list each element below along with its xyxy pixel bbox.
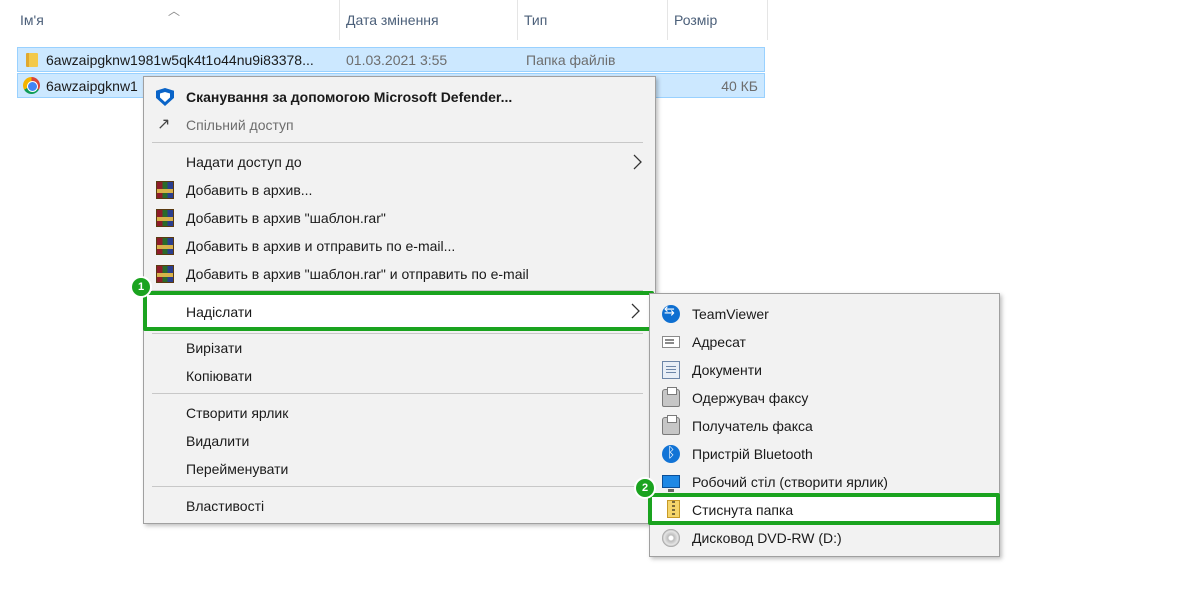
teamviewer-icon: [662, 304, 680, 323]
menu-item-label: Пристрій Bluetooth: [692, 446, 813, 462]
menu-item-label: Добавить в архив "шаблон.rar": [186, 210, 386, 226]
bluetooth-icon: [662, 445, 680, 463]
column-header-type[interactable]: Тип: [518, 0, 668, 40]
menu-item-label: Перейменувати: [186, 461, 289, 477]
defender-shield-icon: [156, 88, 174, 106]
menu-item-label: TeamViewer: [692, 306, 769, 322]
winrar-icon: [156, 237, 174, 255]
fax-icon: [662, 387, 680, 407]
menu-item-create-shortcut[interactable]: Створити ярлик: [144, 399, 655, 427]
documents-icon: [662, 361, 680, 379]
menu-item-label: Спільний доступ: [186, 117, 294, 133]
menu-item-label: Надіслати: [186, 304, 253, 320]
menu-item-add-template-rar-email[interactable]: Добавить в архив "шаблон.rar" и отправит…: [144, 260, 655, 288]
menu-item-add-to-template-rar[interactable]: Добавить в архив "шаблон.rar": [144, 204, 655, 232]
file-name: 6awzaipgknw1981w5qk4t1o44nu9i83378...: [46, 52, 314, 68]
folder-icon: [26, 53, 38, 67]
winrar-icon: [156, 181, 174, 199]
menu-item-share[interactable]: Спільний доступ: [144, 111, 655, 139]
menu-item-label: Надати доступ до: [186, 154, 302, 170]
file-size: 40 КБ: [721, 78, 758, 94]
menu-separator: [152, 142, 643, 143]
menu-item-label: Стиснута папка: [692, 502, 794, 518]
fax-icon: [662, 415, 680, 435]
menu-item-label: Вирізати: [186, 340, 243, 356]
column-header-size[interactable]: Розмір: [668, 0, 768, 40]
menu-item-defender-scan[interactable]: Сканування за допомогою Microsoft Defend…: [144, 83, 655, 111]
menu-item-label: Сканування за допомогою Microsoft Defend…: [186, 89, 513, 105]
column-date-label: Дата змінення: [346, 12, 439, 28]
step-badge-1: 1: [130, 276, 152, 298]
send-to-desktop[interactable]: Робочий стіл (створити ярлик): [650, 468, 999, 496]
column-header-date[interactable]: Дата змінення: [340, 0, 518, 40]
menu-separator: [152, 486, 643, 487]
menu-item-send-to[interactable]: Надіслати: [143, 291, 654, 331]
menu-item-label: Добавить в архив...: [186, 182, 313, 198]
menu-separator: [152, 393, 643, 394]
chevron-right-icon: [631, 303, 640, 319]
send-to-fax-recipient-ru[interactable]: Получатель факса: [650, 412, 999, 440]
menu-item-label: Получатель факса: [692, 418, 813, 434]
menu-item-label: Добавить в архив "шаблон.rar" и отправит…: [186, 266, 529, 282]
menu-item-label: Одержувач факсу: [692, 390, 809, 406]
column-name-label: Ім'я: [20, 12, 44, 28]
zip-folder-icon: [667, 500, 680, 518]
chrome-icon: [23, 77, 40, 94]
file-name: 6awzaipgknw1: [46, 78, 138, 94]
column-type-label: Тип: [524, 12, 548, 28]
chevron-right-icon: [633, 154, 642, 170]
menu-item-properties[interactable]: Властивості: [144, 492, 655, 520]
menu-item-label: Дисковод DVD-RW (D:): [692, 530, 842, 546]
menu-item-label: Створити ярлик: [186, 405, 289, 421]
winrar-icon: [156, 209, 174, 227]
file-row-folder[interactable]: 6awzaipgknw1981w5qk4t1o44nu9i83378... 01…: [17, 47, 765, 72]
send-to-documents[interactable]: Документи: [650, 356, 999, 384]
send-to-mail-recipient[interactable]: Адресат: [650, 328, 999, 356]
menu-item-label: Адресат: [692, 334, 746, 350]
menu-item-add-archive-email[interactable]: Добавить в архив и отправить по e-mail..…: [144, 232, 655, 260]
file-date: 01.03.2021 3:55: [346, 52, 448, 68]
menu-item-label: Видалити: [186, 433, 250, 449]
column-size-label: Розмір: [674, 12, 718, 28]
share-icon: [156, 114, 174, 134]
send-to-dvd-drive[interactable]: Дисковод DVD-RW (D:): [650, 524, 999, 552]
winrar-icon: [156, 265, 174, 283]
send-to-fax-recipient[interactable]: Одержувач факсу: [650, 384, 999, 412]
menu-item-label: Копіювати: [186, 368, 253, 384]
sort-ascending-icon: ︿: [168, 4, 181, 18]
menu-item-label: Робочий стіл (створити ярлик): [692, 474, 888, 490]
send-to-compressed-folder[interactable]: Стиснута папка: [648, 493, 1000, 525]
dvd-drive-icon: [662, 529, 680, 547]
desktop-icon: [662, 475, 680, 492]
menu-item-add-to-archive[interactable]: Добавить в архив...: [144, 176, 655, 204]
menu-item-delete[interactable]: Видалити: [144, 427, 655, 455]
menu-item-label: Добавить в архив и отправить по e-mail..…: [186, 238, 456, 254]
step-badge-2: 2: [634, 477, 656, 499]
send-to-teamviewer[interactable]: TeamViewer: [650, 300, 999, 328]
menu-item-cut[interactable]: Вирізати: [144, 334, 655, 362]
mail-recipient-icon: [662, 336, 680, 348]
menu-item-rename[interactable]: Перейменувати: [144, 455, 655, 483]
file-type: Папка файлів: [526, 52, 616, 68]
send-to-bluetooth[interactable]: Пристрій Bluetooth: [650, 440, 999, 468]
menu-item-label: Властивості: [186, 498, 265, 514]
menu-item-label: Документи: [692, 362, 762, 378]
menu-item-give-access[interactable]: Надати доступ до: [144, 148, 655, 176]
menu-item-copy[interactable]: Копіювати: [144, 362, 655, 390]
